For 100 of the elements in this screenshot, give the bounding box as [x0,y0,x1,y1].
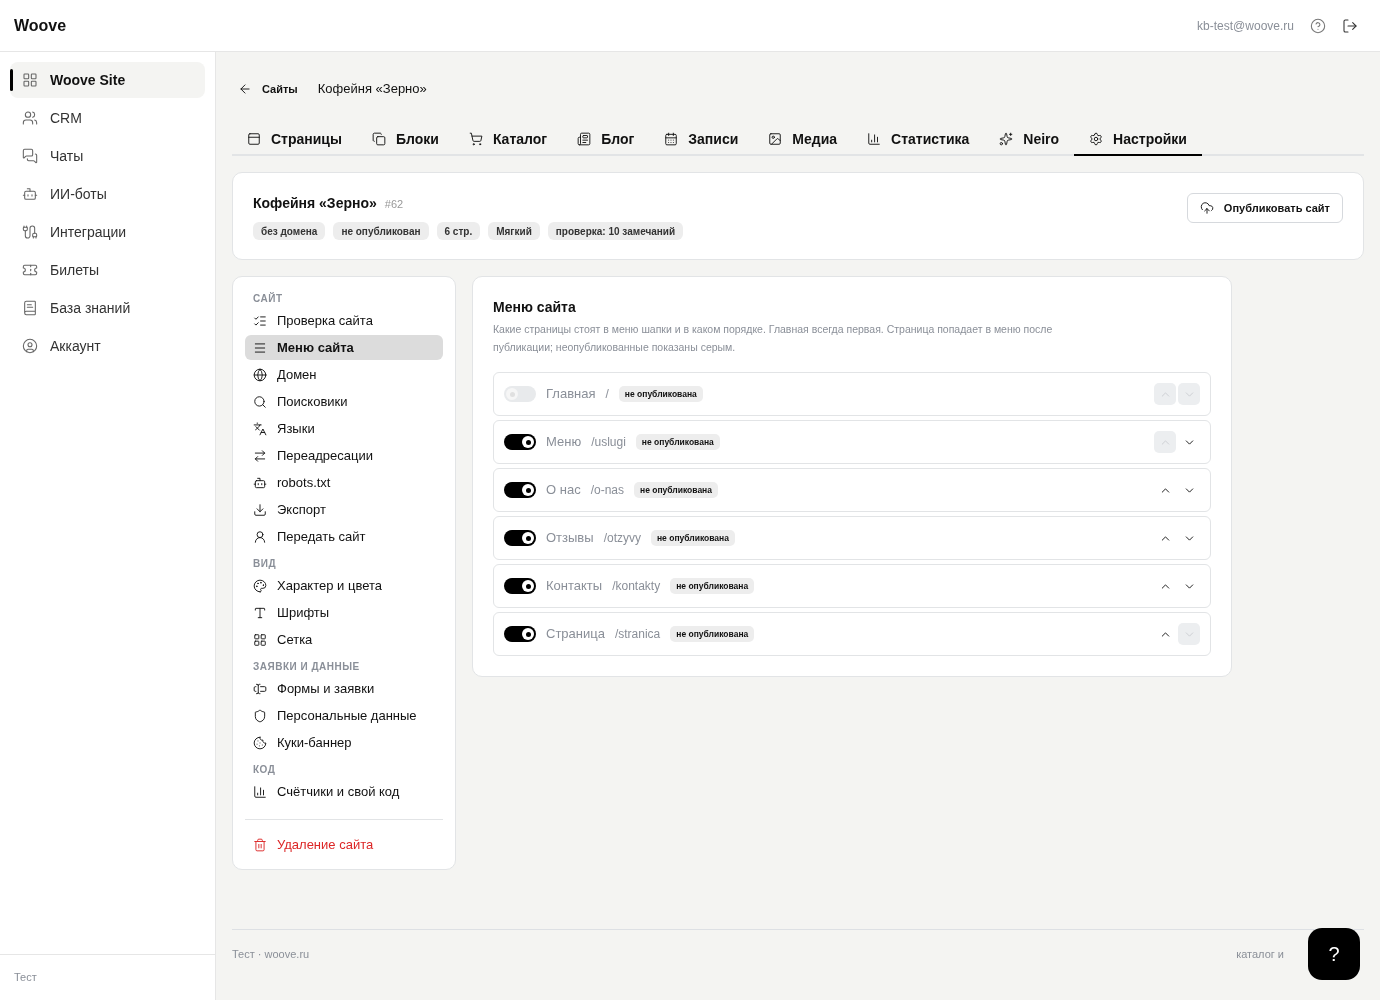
tab[interactable]: Статистика [852,124,985,156]
settings-nav-item[interactable]: Меню сайта [245,335,443,360]
sidebar-item[interactable]: База знаний [10,290,205,326]
user-email: kb-test@woove.ru [1197,17,1294,35]
page-name: Главная [546,385,596,404]
status-tag: Мягкий [488,222,540,240]
page-name: О нас [546,481,581,500]
footer-text: Тест · woove.ru [232,946,310,962]
grid-icon [22,72,38,88]
grid-icon [253,632,267,647]
page-name: Меню [546,433,582,452]
sidebar-item[interactable]: CRM [10,100,205,136]
arrows-icon [253,448,267,463]
page-path: /kontakty [612,578,661,595]
page-name: Контакты [546,577,603,596]
sidebar-item[interactable]: Аккаунт [10,328,205,364]
sidebar-item[interactable]: Чаты [10,138,205,174]
settings-nav-item[interactable]: Персональные данные [245,703,443,728]
cookie-icon [253,735,267,750]
upload-icon [1199,201,1214,215]
chat-icon [22,148,38,164]
toggle-switch[interactable] [504,434,536,450]
bar-chart-icon [253,784,267,799]
settings-nav-item[interactable]: Поисковики [245,389,443,414]
toggle-switch[interactable] [504,578,536,594]
status-tag: проверка: 10 замечаний [547,222,684,240]
cart-icon [468,132,483,146]
panel-description: Какие страницы стоят в меню шапки и в каком порядке. Главная всегда первая. Страница попадает в меню после публикации; неопубликованные показаны серым. [493,322,1054,355]
palette-icon [253,578,267,593]
settings-nav-item[interactable]: Шрифты [245,600,443,625]
tab[interactable]: Блоки [356,124,454,156]
tab[interactable]: Каталог [453,124,563,156]
sidebar-item[interactable]: Woove Site [10,62,205,98]
settings-nav-item[interactable]: Куки-баннер [245,730,443,755]
delete-site-link[interactable]: Удаление сайта [245,832,382,857]
toggle-switch[interactable] [504,530,536,546]
tab[interactable]: Настройки [1074,124,1202,156]
settings-icon [1089,132,1104,146]
tab[interactable]: Записи [649,124,754,156]
user-circle-icon [22,338,38,354]
tab[interactable]: Блог [562,124,650,156]
site-title: Кофейня «Зерно» [253,194,377,213]
status-tag: не опубликована [634,482,718,498]
logo[interactable]: Woove [14,13,67,38]
settings-nav-item[interactable]: Характер и цвета [245,573,443,598]
toggle-switch[interactable] [504,482,536,498]
settings-nav-item[interactable]: Домен [245,362,443,387]
page-path: /o-nas [590,482,624,499]
publish-button[interactable]: Опубликовать сайт [1186,193,1343,223]
status-tag: не опубликована [670,578,755,594]
sidebar-item[interactable]: ИИ-боты [10,176,205,212]
status-tag: не опубликована [618,386,703,402]
section-heading: ЗАЯВКИ И ДАННЫЕ [252,659,361,674]
tab[interactable]: Neiro [984,124,1075,156]
tab[interactable]: Страницы [232,124,357,156]
status-tag: не опубликована [670,626,755,642]
help-button[interactable]: ? [1308,928,1360,980]
help-icon[interactable] [1310,17,1326,34]
settings-nav-item[interactable]: Языки [245,416,443,441]
toggle-switch[interactable] [504,626,536,642]
status-tag: не опубликована [650,530,735,546]
back-link[interactable]: Сайты [238,80,298,98]
settings-nav-item[interactable]: Передать сайт [245,524,443,549]
users-icon [22,110,38,126]
settings-nav-item[interactable]: Экспорт [245,497,443,522]
ticket-icon [22,262,38,278]
settings-nav-item[interactable]: Сетка [245,627,443,652]
breadcrumb-current: Кофейня «Зерно» [317,80,427,99]
tab[interactable]: Медиа [753,124,853,156]
page-path: /stranica [614,626,661,643]
sidebar-item[interactable]: Билеты [10,252,205,288]
status-tag: не опубликован [333,222,429,240]
robot-icon [253,475,267,490]
settings-nav-item[interactable]: Переадресации [245,443,443,468]
sparkles-icon [999,132,1014,146]
back-arrow-icon [238,82,252,96]
status-tag: 6 стр. [436,222,481,240]
download-icon [253,502,267,517]
trash-icon [253,837,267,852]
page-icon [247,132,261,146]
page-name: Отзывы [546,529,594,548]
shield-icon [253,708,267,723]
person-icon [253,529,267,544]
copy-icon [371,132,386,146]
status-tag: не опубликована [635,434,720,450]
calendar-icon [664,132,679,146]
form-icon [253,681,267,696]
page-path: /uslugi [591,434,626,451]
settings-nav-item[interactable]: robots.txt [245,470,443,495]
settings-nav-item[interactable]: Счётчики и свой код [245,779,443,804]
image-icon [768,132,783,146]
font-icon [253,605,267,620]
logout-icon[interactable] [1342,17,1358,34]
globe-icon [253,367,267,382]
settings-nav-item[interactable]: Формы и заявки [245,676,443,701]
section-heading: ВИД [252,556,278,571]
settings-nav-item[interactable]: Проверка сайта [245,308,443,333]
site-id: #62 [384,197,404,212]
page-name: Страница [546,625,605,644]
sidebar-item[interactable]: Интеграции [10,214,205,250]
